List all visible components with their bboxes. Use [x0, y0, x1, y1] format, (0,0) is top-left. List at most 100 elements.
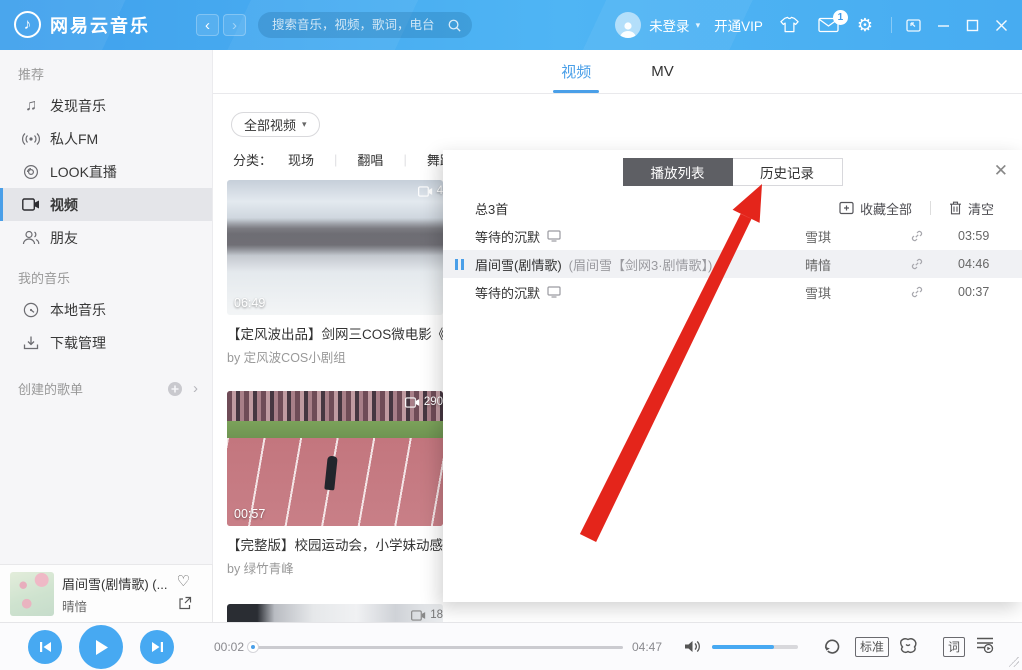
sidebar: 推荐 ♫ 发现音乐 私人FM LOOK直播 视频 朋: [0, 50, 213, 622]
messages-button[interactable]: 1: [818, 17, 839, 33]
volume-icon[interactable]: [684, 639, 702, 654]
sidebar-item-discover[interactable]: ♫ 发现音乐: [0, 89, 212, 122]
settings-button[interactable]: ⚙: [857, 16, 873, 34]
tab-video[interactable]: 视频: [559, 50, 593, 93]
sidebar-item-video[interactable]: 视频: [0, 188, 212, 221]
maximize-icon: [966, 19, 979, 32]
resize-grip[interactable]: [1009, 657, 1019, 667]
clear-all-button[interactable]: 清空: [949, 199, 994, 218]
sidebar-item-local-music[interactable]: 本地音乐: [0, 293, 212, 326]
back-icon: ‹: [205, 18, 210, 33]
sidebar-item-look-live[interactable]: LOOK直播: [0, 155, 212, 188]
previous-button[interactable]: [28, 630, 62, 664]
track-source-link-icon[interactable]: [910, 285, 958, 299]
view-count: 4: [418, 185, 443, 197]
share-icon: [178, 596, 192, 610]
tshirt-icon: [779, 16, 800, 34]
now-playing-artist[interactable]: 晴愔: [62, 596, 87, 615]
video-camera-icon: [22, 198, 40, 211]
volume-slider[interactable]: [712, 645, 798, 649]
filter-chevron-icon: ▾: [302, 119, 307, 130]
video-thumbnail[interactable]: 290 00:57: [227, 391, 443, 526]
expand-playlists-chevron-icon[interactable]: ›: [193, 380, 198, 397]
progress-thumb[interactable]: [247, 641, 259, 653]
maximize-button[interactable]: [966, 19, 979, 32]
sidebar-item-downloads[interactable]: 下载管理: [0, 326, 212, 359]
mv-monitor-icon[interactable]: [547, 286, 561, 298]
tab-play-queue[interactable]: 播放列表: [623, 158, 733, 186]
sidebar-item-friends[interactable]: 朋友: [0, 221, 212, 254]
track-source-link-icon[interactable]: [910, 257, 958, 271]
sidebar-item-fm[interactable]: 私人FM: [0, 122, 212, 155]
now-playing-box[interactable]: 眉间雪(剧情歌) (... 晴愔 ♡: [0, 564, 213, 622]
plus-circle-icon: [167, 381, 183, 397]
search-input[interactable]: [272, 18, 447, 32]
progress-bar[interactable]: [250, 646, 623, 649]
mini-mode-button[interactable]: [906, 19, 921, 32]
playlist-panel-tabs: 播放列表 历史记录: [443, 158, 1022, 186]
next-button[interactable]: [140, 630, 174, 664]
logo-icon: ♪: [14, 11, 41, 38]
lyrics-button[interactable]: 词: [943, 637, 965, 657]
app-logo[interactable]: ♪ 网易云音乐: [14, 11, 150, 38]
next-icon: [151, 641, 164, 653]
track-artist[interactable]: 晴愔: [805, 255, 910, 274]
now-playing-title[interactable]: 眉间雪(剧情歌) (...: [62, 574, 174, 593]
video-title[interactable]: 【定风波出品】剑网三COS微电影《眉间雪: [227, 323, 457, 343]
minimize-button[interactable]: [937, 19, 950, 32]
video-title[interactable]: 【完整版】校园运动会，小学妹动感演绎: [227, 534, 457, 554]
login-caret-icon[interactable]: ▾: [696, 20, 701, 31]
forward-icon: ›: [232, 18, 237, 33]
category-cover[interactable]: 翻唱: [355, 150, 385, 169]
local-music-icon: [22, 302, 40, 318]
track-row[interactable]: 等待的沉默 雪琪 03:59: [443, 222, 1022, 250]
created-playlists-header[interactable]: 创建的歌单 ›: [0, 359, 212, 404]
video-author[interactable]: by 定风波COS小剧组: [227, 347, 443, 366]
friends-icon: [22, 230, 40, 245]
titlebar-divider: [891, 17, 892, 33]
track-count: 总3首: [475, 199, 508, 218]
video-count-icon: [405, 397, 420, 408]
search-box[interactable]: [258, 12, 472, 38]
track-row[interactable]: 等待的沉默 雪琪 00:37: [443, 278, 1022, 306]
tab-history[interactable]: 历史记录: [733, 158, 843, 186]
share-button[interactable]: [178, 596, 192, 610]
avatar[interactable]: [615, 12, 641, 38]
like-button[interactable]: ♡: [177, 572, 190, 590]
repeat-button[interactable]: [822, 637, 842, 655]
search-icon: [447, 18, 462, 33]
video-thumbnail[interactable]: 4 06:49: [227, 180, 443, 315]
category-live[interactable]: 现场: [286, 150, 316, 169]
tab-mv[interactable]: MV: [649, 52, 676, 91]
video-card[interactable]: 290 00:57 【完整版】校园运动会，小学妹动感演绎 by 绿竹青峰: [227, 391, 443, 577]
track-row-playing[interactable]: 眉间雪(剧情歌) (眉间雪【剑网3·剧情歌】) 晴愔 04:46: [443, 250, 1022, 278]
back-button[interactable]: ‹: [196, 14, 219, 36]
sound-effect-button[interactable]: NEW: [898, 636, 920, 656]
forward-button[interactable]: ›: [223, 14, 246, 36]
login-label[interactable]: 未登录: [649, 15, 690, 35]
play-queue-button[interactable]: [975, 636, 995, 653]
close-window-button[interactable]: [995, 19, 1008, 32]
video-filter-dropdown[interactable]: 全部视频 ▾: [231, 112, 320, 137]
track-artist[interactable]: 雪琪: [805, 283, 910, 302]
video-author[interactable]: by 绿竹青峰: [227, 558, 443, 577]
vip-link[interactable]: 开通VIP: [714, 15, 763, 35]
play-icon: [94, 639, 109, 656]
quality-button[interactable]: 标准: [855, 637, 889, 657]
mv-monitor-icon[interactable]: [547, 230, 561, 242]
app-title: 网易云音乐: [50, 12, 150, 38]
track-duration: 00:37: [958, 285, 1006, 299]
theme-button[interactable]: [779, 16, 800, 34]
track-artist[interactable]: 雪琪: [805, 227, 910, 246]
elapsed-time: 00:02: [214, 640, 244, 654]
collect-all-button[interactable]: 收藏全部: [839, 199, 912, 218]
play-button[interactable]: [79, 625, 123, 669]
album-art[interactable]: [10, 572, 54, 616]
add-playlist-button[interactable]: [167, 381, 183, 397]
close-panel-button[interactable]: ✕: [994, 162, 1008, 179]
collect-folder-icon: [839, 201, 854, 215]
track-source-link-icon[interactable]: [910, 229, 958, 243]
titlebar: ♪ 网易云音乐 ‹ › 未登录 ▾ 开通VIP 1 ⚙: [0, 0, 1022, 50]
minimize-icon: [937, 19, 950, 32]
video-card[interactable]: 4 06:49 【定风波出品】剑网三COS微电影《眉间雪 by 定风波COS小剧…: [227, 180, 443, 366]
